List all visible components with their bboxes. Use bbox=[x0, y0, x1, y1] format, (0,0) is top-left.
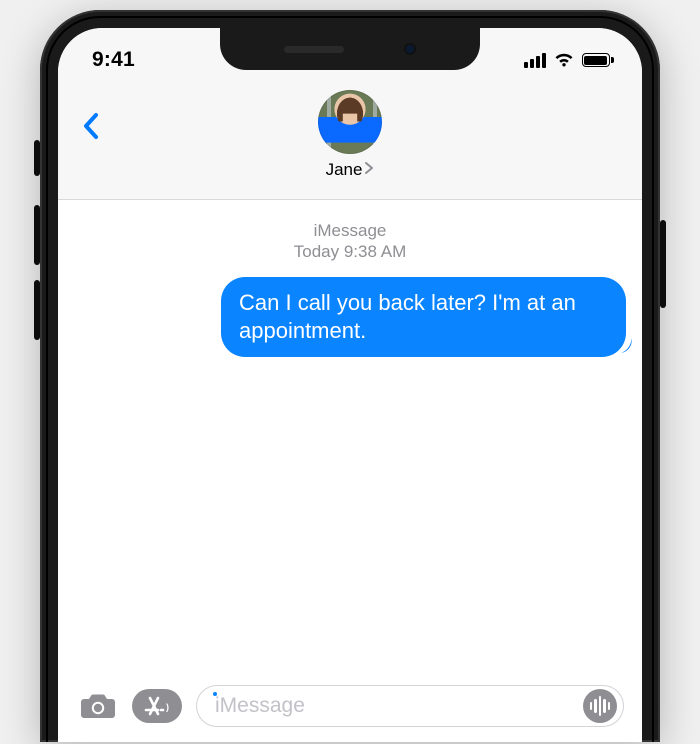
contact-avatar bbox=[318, 90, 382, 154]
status-time: 9:41 bbox=[92, 48, 135, 72]
outgoing-message-bubble[interactable]: Can I call you back later? I'm at an app… bbox=[221, 277, 626, 357]
back-button[interactable] bbox=[72, 106, 112, 146]
power-button bbox=[660, 220, 666, 308]
contact-info-button[interactable]: Jane bbox=[76, 82, 624, 180]
voice-message-button[interactable] bbox=[583, 689, 617, 723]
conversation-header: Jane bbox=[58, 82, 642, 200]
message-timestamp: Today 9:38 AM bbox=[74, 241, 626, 262]
cellular-signal-icon bbox=[524, 53, 546, 68]
message-text: Can I call you back later? I'm at an app… bbox=[239, 290, 576, 343]
svg-text:): ) bbox=[166, 703, 169, 712]
camera-button[interactable] bbox=[78, 691, 118, 721]
audio-wave-icon bbox=[590, 696, 611, 716]
device-notch bbox=[220, 28, 480, 70]
battery-icon bbox=[582, 53, 615, 67]
chevron-right-icon bbox=[364, 160, 374, 180]
message-input[interactable]: iMessage bbox=[196, 685, 624, 727]
earpiece-speaker bbox=[284, 46, 344, 53]
message-row: Can I call you back later? I'm at an app… bbox=[74, 277, 626, 357]
cursor-indicator bbox=[213, 692, 217, 696]
camera-icon bbox=[79, 691, 117, 721]
app-store-icon: ) bbox=[142, 695, 172, 717]
mute-switch bbox=[34, 140, 40, 176]
thread-timestamp: iMessage Today 9:38 AM bbox=[74, 220, 626, 263]
message-input-placeholder: iMessage bbox=[215, 694, 575, 718]
compose-bar: ) iMessage bbox=[58, 678, 642, 742]
volume-down-button bbox=[34, 280, 40, 340]
volume-up-button bbox=[34, 205, 40, 265]
status-indicators bbox=[524, 52, 615, 68]
front-camera bbox=[404, 43, 416, 55]
message-thread[interactable]: iMessage Today 9:38 AM Can I call you ba… bbox=[58, 200, 642, 665]
app-drawer-button[interactable]: ) bbox=[132, 689, 182, 723]
chevron-left-icon bbox=[82, 111, 102, 141]
device-frame: 9:41 bbox=[40, 10, 660, 742]
contact-name: Jane bbox=[326, 160, 363, 180]
screen: 9:41 bbox=[58, 28, 642, 742]
service-label: iMessage bbox=[74, 220, 626, 241]
wifi-icon bbox=[553, 52, 575, 68]
